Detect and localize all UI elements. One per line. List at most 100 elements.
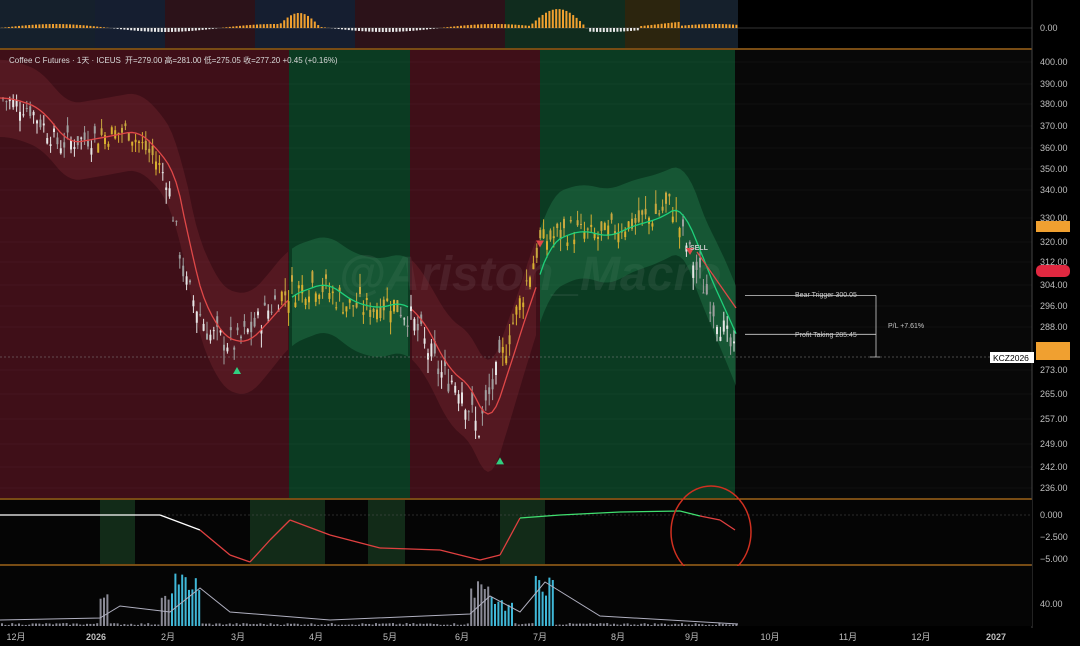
candle-body — [229, 327, 232, 331]
volume-bar — [181, 574, 184, 626]
volume-bar — [470, 588, 473, 626]
volume-bar — [517, 624, 520, 626]
price-tag-orange — [1036, 221, 1070, 232]
candle-body — [399, 314, 402, 317]
top-histogram-bar — [636, 28, 639, 31]
candle-body — [100, 128, 103, 135]
top-histogram-bar — [4, 27, 7, 28]
volume-bar — [606, 623, 609, 626]
top-histogram-bar — [347, 28, 350, 31]
volume-bar — [351, 624, 354, 626]
top-histogram-bar — [517, 24, 520, 28]
pl-label: P/L +7.61% — [888, 323, 924, 330]
candle-body — [87, 140, 89, 147]
candle-body — [597, 236, 599, 239]
top-histogram-bar — [45, 24, 48, 28]
volume-bar — [660, 623, 663, 626]
volume-bar — [14, 624, 17, 626]
top-histogram-bar — [589, 28, 592, 32]
top-histogram-bar — [721, 24, 724, 28]
price-tick-label: 273.00 — [1040, 365, 1068, 375]
top-histogram-bar — [279, 23, 282, 28]
volume-bar — [103, 597, 105, 626]
volume-bar — [82, 624, 85, 626]
legend-symbol[interactable]: Coffee C Futures · 1天 · ICEUS — [9, 56, 121, 65]
volume-bar — [630, 624, 632, 626]
top-histogram-bar — [320, 27, 323, 28]
top-histogram-bar — [640, 26, 643, 28]
candle-body — [32, 111, 35, 116]
candle-body — [331, 291, 334, 294]
volume-bar — [31, 623, 34, 626]
candle-body — [124, 123, 127, 127]
top-histogram-bar — [62, 24, 65, 28]
top-histogram-bar — [494, 24, 496, 28]
candle-body — [83, 132, 86, 140]
volume-bar — [657, 624, 660, 626]
ticker-tag[interactable]: KCZ2026 — [990, 352, 1034, 363]
candle-body — [42, 123, 45, 126]
top-zone — [505, 0, 625, 48]
top-histogram-bar — [38, 24, 41, 28]
top-histogram-bar — [171, 28, 173, 32]
top-histogram-bar — [7, 27, 10, 28]
top-histogram-bar — [473, 24, 476, 28]
x-tick-label: 5月 — [383, 632, 397, 642]
top-histogram-bar — [613, 28, 615, 32]
candle-body — [546, 241, 548, 250]
top-histogram-bar — [65, 24, 68, 28]
top-histogram-bar — [317, 25, 320, 28]
candle-body — [291, 275, 293, 282]
top-histogram-bar — [225, 27, 228, 28]
volume-bar — [69, 624, 71, 626]
volume-bar — [432, 624, 435, 626]
volume-bar — [514, 623, 517, 626]
volume-bar — [402, 624, 405, 626]
candle-body — [5, 101, 8, 103]
candle-body — [474, 420, 477, 431]
volume-bar — [194, 578, 197, 626]
top-histogram-bar — [456, 26, 459, 28]
top-histogram-bar — [86, 25, 88, 28]
volume-bar — [55, 623, 58, 626]
volume-bar — [307, 624, 309, 626]
top-histogram-bar — [582, 24, 585, 28]
volume-bar — [534, 575, 537, 626]
volume-bar — [711, 624, 714, 626]
top-zone — [355, 0, 505, 48]
chart-canvas[interactable]: @Ariston_Macro 400.00390.00380.00370.003… — [0, 0, 1080, 646]
oscillator-zone — [250, 500, 325, 564]
volume-tick-label: 40.00 — [1040, 599, 1063, 609]
candle-body — [243, 321, 246, 327]
candle-body — [328, 292, 331, 299]
top-histogram-bar — [72, 24, 75, 28]
top-histogram-bar — [681, 25, 683, 28]
x-tick-label: 6月 — [455, 632, 469, 642]
volume-background — [0, 566, 1032, 626]
candle-body — [651, 223, 654, 227]
top-histogram-bar — [341, 28, 343, 30]
candle-body — [165, 187, 168, 190]
top-histogram-bar — [245, 25, 248, 28]
candle-body — [131, 141, 134, 146]
top-histogram-bar — [596, 28, 598, 32]
top-histogram-bar — [371, 28, 374, 32]
volume-bar — [215, 623, 218, 626]
candle-body — [634, 217, 637, 223]
candle-body — [726, 325, 729, 329]
volume-bar — [439, 624, 442, 626]
volume-bar — [589, 623, 592, 626]
volume-bar — [463, 624, 466, 626]
candle-body — [600, 221, 603, 231]
volume-bar — [320, 624, 323, 626]
top-histogram-bar — [283, 20, 286, 28]
volume-bar — [239, 624, 241, 626]
candle-body — [583, 231, 586, 239]
top-histogram-bar — [58, 24, 61, 28]
top-histogram-bar — [92, 26, 95, 28]
candle-body — [569, 219, 572, 222]
candle-body — [552, 236, 555, 239]
volume-bar — [691, 624, 694, 626]
top-histogram-bar — [177, 28, 180, 32]
candle-body — [29, 106, 32, 116]
